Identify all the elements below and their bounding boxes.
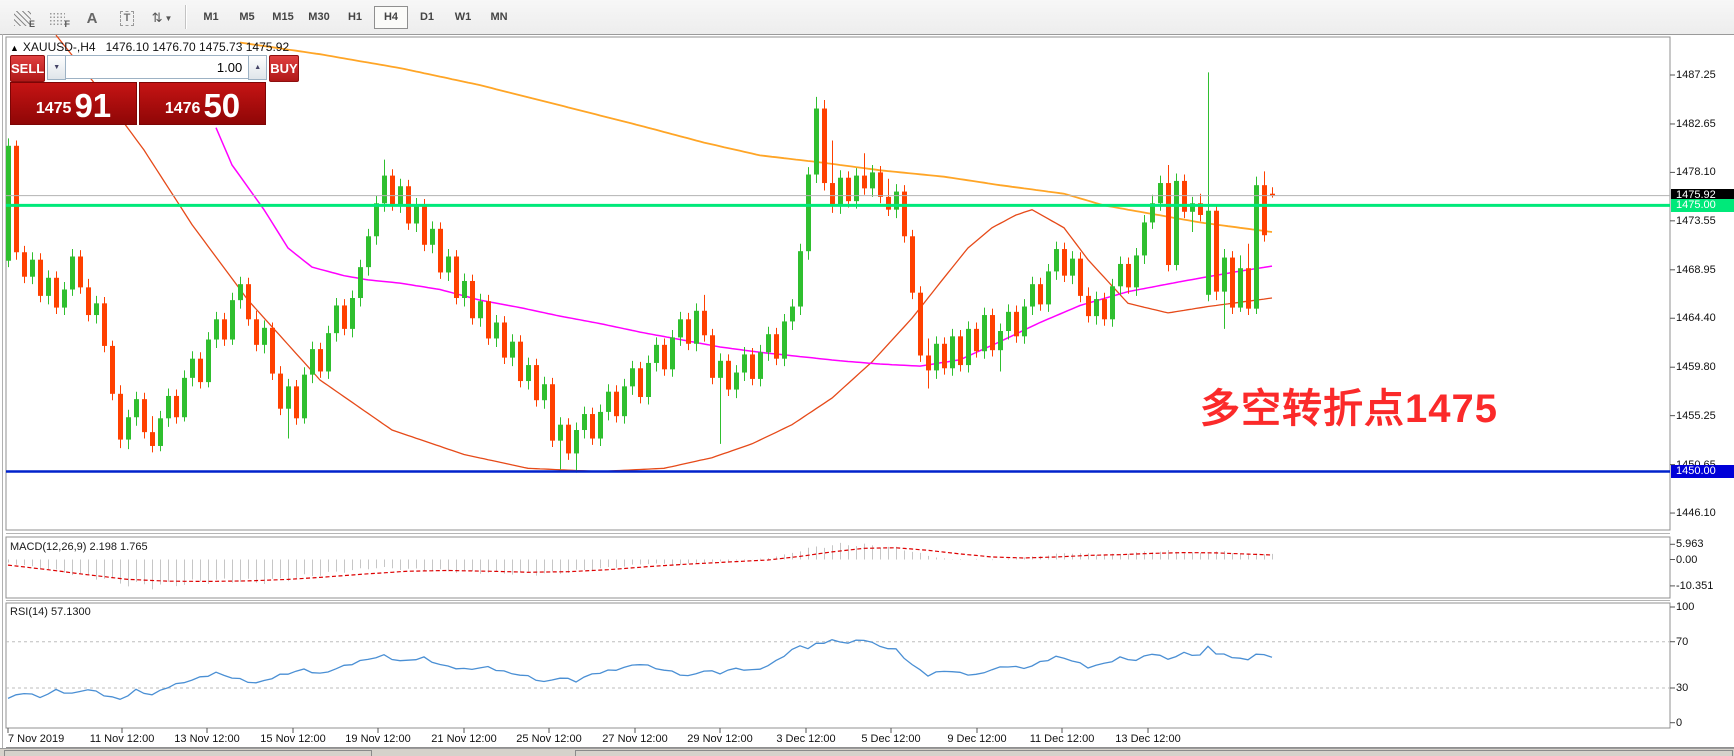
sell-price-pips: 91 — [74, 91, 111, 121]
time-axis-label: 25 Nov 12:00 — [509, 733, 589, 745]
letter-a-glyph: A — [87, 10, 98, 27]
lower-price-badge: 1450.00 — [1671, 465, 1734, 478]
timeframe-button-m15[interactable]: M15 — [266, 6, 300, 29]
rsi-axis-label: 70 — [1676, 636, 1688, 648]
rsi-axis-label: 30 — [1676, 682, 1688, 694]
macd-panel-border — [6, 537, 1670, 598]
cursor-arrows-icon[interactable]: ⇅ ▼ — [149, 5, 175, 29]
price-axis-label: 1487.25 — [1676, 69, 1716, 81]
tbox-glyph: T — [120, 11, 135, 26]
indicators-hatch-icon[interactable]: E — [9, 5, 35, 29]
arrows-glyph: ⇅ — [152, 10, 163, 26]
time-axis-label: 9 Dec 12:00 — [937, 733, 1017, 745]
timeframe-button-d1[interactable]: D1 — [410, 6, 444, 29]
time-axis-label: 21 Nov 12:00 — [424, 733, 504, 745]
time-axis-label: 3 Dec 12:00 — [766, 733, 846, 745]
price-axis-label: 1464.40 — [1676, 312, 1716, 324]
price-axis-label: 1468.95 — [1676, 264, 1716, 276]
hatch-glyph — [14, 11, 31, 26]
timeframe-button-h4[interactable]: H4 — [374, 6, 408, 29]
price-axis-label: 1446.10 — [1676, 507, 1716, 519]
time-axis-label: 13 Nov 12:00 — [167, 733, 247, 745]
buy-price-pips: 50 — [203, 91, 240, 121]
sell-button[interactable]: SELL — [10, 55, 45, 82]
buy-price-display[interactable]: 1476 50 — [139, 82, 266, 125]
timeframe-button-m1[interactable]: M1 — [194, 6, 228, 29]
mt4-terminal: E F A T ⇅ ▼ M1M5M15M30H1H4D1W1MN ▲ XAUUSD… — [0, 0, 1734, 756]
volume-input[interactable] — [66, 55, 248, 79]
sell-price-handle: 1475 — [36, 100, 72, 118]
symbol-label: XAUUSD-,H4 — [23, 40, 96, 54]
price-axis-label: 1473.55 — [1676, 215, 1716, 227]
time-axis-label: 29 Nov 12:00 — [680, 733, 760, 745]
one-click-trade-panel: SELL ▼ ▲ BUY 1475 91 1476 50 — [10, 55, 266, 125]
toolbar-separator — [185, 5, 187, 29]
grid-dots-icon[interactable]: F — [44, 5, 70, 29]
tab-segment[interactable] — [575, 750, 1733, 756]
rsi-axis-label: 100 — [1676, 601, 1694, 613]
bottom-tab-strip — [0, 748, 1734, 756]
timeframe-button-h1[interactable]: H1 — [338, 6, 372, 29]
chart-toolbar: E F A T ⇅ ▼ M1M5M15M30H1H4D1W1MN — [0, 0, 1734, 35]
time-axis-label: 11 Dec 12:00 — [1022, 733, 1102, 745]
time-axis-label: 19 Nov 12:00 — [338, 733, 418, 745]
ohlc-values: 1476.10 1476.70 1475.73 1475.92 — [106, 40, 290, 54]
hatch-letter: E — [29, 19, 35, 29]
buy-price-handle: 1476 — [165, 100, 201, 118]
time-axis-label: 15 Nov 12:00 — [253, 733, 333, 745]
price-axis-label: 1455.25 — [1676, 410, 1716, 422]
time-axis-label: 7 Nov 2019 — [8, 733, 64, 745]
price-axis-label: 1459.80 — [1676, 361, 1716, 373]
text-a-icon[interactable]: A — [79, 5, 105, 29]
chevron-down-icon: ▼ — [164, 14, 172, 23]
time-axis-label: 27 Nov 12:00 — [595, 733, 675, 745]
symbol-ohlc-line: ▲ XAUUSD-,H4 1476.10 1476.70 1475.73 1475.… — [10, 40, 289, 54]
support-price-badge: 1475.00 — [1671, 199, 1734, 212]
sell-price-display[interactable]: 1475 91 — [10, 82, 137, 125]
volume-stepper: ▼ ▲ — [47, 55, 267, 80]
volume-up-button[interactable]: ▲ — [248, 55, 267, 80]
text-box-icon[interactable]: T — [114, 5, 140, 29]
tab-segment[interactable] — [4, 750, 372, 756]
timeframe-button-w1[interactable]: W1 — [446, 6, 480, 29]
price-axis-label: 1478.10 — [1676, 166, 1716, 178]
timeframe-button-m5[interactable]: M5 — [230, 6, 264, 29]
timeframe-buttons: M1M5M15M30H1H4D1W1MN — [193, 6, 517, 29]
dotgrid-glyph — [49, 12, 65, 26]
chart-annotation-text: 多空转折点1475 — [1200, 376, 1498, 434]
timeframe-button-m30[interactable]: M30 — [302, 6, 336, 29]
timeframe-button-mn[interactable]: MN — [482, 6, 516, 29]
dotgrid-letter: F — [65, 19, 71, 29]
rsi-label: RSI(14) 57.1300 — [10, 606, 91, 618]
volume-down-button[interactable]: ▼ — [47, 55, 66, 80]
rsi-panel-border — [6, 603, 1670, 728]
macd-axis-label: 0.00 — [1676, 554, 1697, 566]
chart-window: ▲ XAUUSD-,H4 1476.10 1476.70 1475.73 1475.… — [0, 34, 1734, 748]
collapse-arrow-icon[interactable]: ▲ — [10, 43, 19, 53]
macd-label: MACD(12,26,9) 2.198 1.765 — [10, 541, 148, 553]
macd-axis-label: -10.351 — [1676, 580, 1713, 592]
buy-button[interactable]: BUY — [269, 55, 298, 82]
rsi-axis-label: 0 — [1676, 717, 1682, 729]
time-axis-label: 11 Nov 12:00 — [82, 733, 162, 745]
macd-axis-label: 5.963 — [1676, 538, 1704, 550]
price-axis-label: 1482.65 — [1676, 118, 1716, 130]
time-axis-label: 13 Dec 12:00 — [1108, 733, 1188, 745]
time-axis-label: 5 Dec 12:00 — [851, 733, 931, 745]
